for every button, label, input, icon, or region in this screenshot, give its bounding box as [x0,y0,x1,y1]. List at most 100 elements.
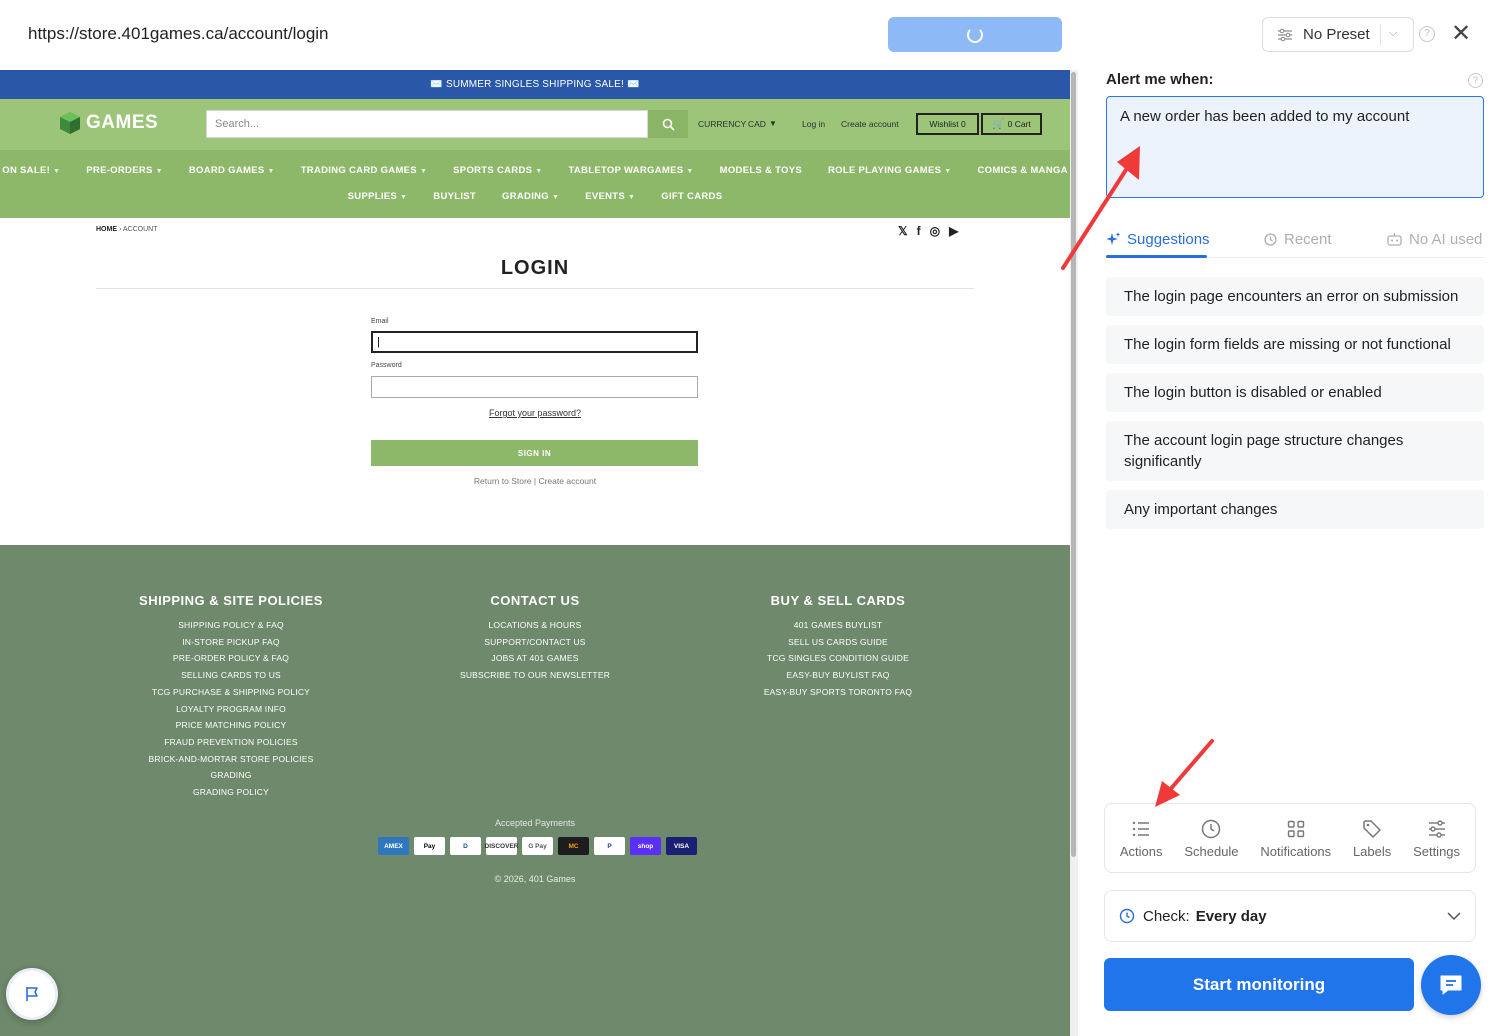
sparkle-icon [1106,231,1121,245]
footer-heading: SHIPPING & SITE POLICIES [139,593,323,608]
alert-condition-input[interactable]: A new order has been added to my account [1106,96,1484,198]
nav-item[interactable]: TRADING CARD GAMES ▼ [301,165,427,176]
check-frequency-select[interactable]: Check: Every day [1104,890,1476,942]
footer-link[interactable]: SUPPORT/CONTACT US [435,634,635,651]
tab-recent[interactable]: Recent [1263,228,1332,250]
tab-suggestions[interactable]: Suggestions [1106,228,1210,250]
schedule-button[interactable]: Schedule [1184,818,1239,859]
footer-link[interactable]: LOCATIONS & HOURS [435,617,635,634]
preview-scrollbar[interactable] [1070,70,1078,1036]
help-icon[interactable]: ? [1419,26,1435,42]
nav-item[interactable]: ROLE PLAYING GAMES ▼ [828,165,952,176]
chat-button[interactable] [1421,955,1481,1015]
actions-button[interactable]: Actions [1120,818,1163,859]
footer-link[interactable]: PRICE MATCHING POLICY [131,717,331,734]
suggestion-item[interactable]: Any important changes [1106,490,1484,529]
footer-col-policies: SHIPPING & SITE POLICIES SHIPPING POLICY… [131,593,331,801]
footer-link[interactable]: GRADING [131,767,331,784]
search-button[interactable] [648,110,688,138]
forgot-password-link[interactable]: Forgot your password? [0,408,1070,418]
nav-item-label: MODELS & TOYS [719,165,802,176]
footer-link[interactable]: EASY-BUY BUYLIST FAQ [738,667,938,684]
nav-item[interactable]: GIFT CARDS [661,191,722,202]
site-logo[interactable]: GAMES [58,111,158,135]
login-link[interactable]: Log in [802,119,825,129]
start-monitoring-button[interactable]: Start monitoring [1104,958,1414,1011]
nav-item[interactable]: PRE-ORDERS ▼ [86,165,163,176]
nav-item[interactable]: ON SALE! ▼ [2,165,60,176]
tool-label: Notifications [1260,843,1332,859]
footer-link[interactable]: 401 GAMES BUYLIST [738,617,938,634]
footer-link[interactable]: BRICK-AND-MORTAR STORE POLICIES [131,751,331,768]
cart-button[interactable]: 🛒 0 Cart [981,113,1042,135]
feedback-flag-button[interactable] [6,968,58,1020]
nav-item[interactable]: COMICS & MANGA [978,165,1068,176]
twitter-icon[interactable]: 𝕏 [898,224,908,238]
footer-link[interactable]: SELL US CARDS GUIDE [738,634,938,651]
tab-label: No AI used [1409,230,1483,248]
suggestion-item[interactable]: The login form fields are missing or not… [1106,325,1484,364]
suggestion-item[interactable]: The account login page structure changes… [1106,421,1484,481]
email-field[interactable]: | [371,331,698,353]
nav-item[interactable]: BUYLIST [433,191,476,202]
site-footer: SHIPPING & SITE POLICIES SHIPPING POLICY… [0,545,1070,1036]
nav-item[interactable]: SPORTS CARDS ▼ [453,165,542,176]
currency-select[interactable]: CAD [748,119,766,129]
password-field[interactable] [371,376,698,398]
footer-link[interactable]: TCG PURCHASE & SHIPPING POLICY [131,684,331,701]
footer-link[interactable]: TCG SINGLES CONDITION GUIDE [738,650,938,667]
instagram-icon[interactable]: ◎ [930,224,940,238]
loading-button[interactable] [888,17,1062,52]
return-links[interactable]: Return to Store | Create account [0,476,1070,486]
site-search-input[interactable]: Search... [206,110,648,138]
sign-in-button[interactable]: SIGN IN [371,440,698,466]
chevron-down-icon: ▼ [400,194,408,201]
divider [96,288,974,289]
notifications-button[interactable]: Notifications [1260,818,1331,859]
nav-item[interactable]: TABLETOP WARGAMES ▼ [569,165,694,176]
chevron-down-icon[interactable]: ⌵ [1389,27,1397,40]
payment-badge: Pay [414,837,445,855]
flag-icon [26,987,38,1001]
close-icon[interactable]: ✕ [1451,22,1471,46]
nav-item-label: GRADING [502,191,549,202]
youtube-icon[interactable]: ▶ [949,224,958,238]
nav-item[interactable]: GRADING ▼ [502,191,559,202]
breadcrumb-separator: › [118,226,122,233]
breadcrumb-home[interactable]: HOME [96,226,117,233]
nav-item-label: GIFT CARDS [661,191,723,202]
suggestion-item[interactable]: The login page encounters an error on su… [1106,277,1484,316]
footer-link[interactable]: SUBSCRIBE TO OUR NEWSLETTER [435,667,635,684]
nav-item[interactable]: EVENTS ▼ [585,191,635,202]
create-account-link[interactable]: Create account [841,119,899,129]
footer-link[interactable]: LOYALTY PROGRAM INFO [131,701,331,718]
robot-icon [1387,232,1402,246]
tab-no-ai[interactable]: No AI used [1386,228,1482,250]
nav-row-primary: ON SALE! ▼ PRE-ORDERS ▼ BOARD GAMES ▼ TRADING … [0,150,1070,176]
announcement-bar[interactable]: ✉️ SUMMER SINGLES SHIPPING SALE! ✉️ [0,70,1070,99]
preset-label: No Preset [1303,26,1370,43]
chevron-down-icon: ▼ [535,168,543,175]
footer-link[interactable]: EASY-BUY SPORTS TORONTO FAQ [738,684,938,701]
footer-link[interactable]: GRADING POLICY [131,784,331,801]
settings-button[interactable]: Settings [1413,818,1460,859]
footer-link[interactable]: FRAUD PREVENTION POLICIES [131,734,331,751]
labels-button[interactable]: Labels [1353,818,1391,859]
footer-link[interactable]: PRE-ORDER POLICY & FAQ [131,650,331,667]
payment-badge: VISA [666,837,697,855]
suggestion-item[interactable]: The login button is disabled or enabled [1106,373,1484,412]
footer-link[interactable]: SHIPPING POLICY & FAQ [131,617,331,634]
help-icon[interactable]: ? [1468,73,1483,88]
footer-link[interactable]: SELLING CARDS TO US [131,667,331,684]
nav-item[interactable]: MODELS & TOYS [720,165,802,176]
footer-link[interactable]: IN-STORE PICKUP FAQ [131,634,331,651]
nav-item[interactable]: BOARD GAMES ▼ [189,165,275,176]
facebook-icon[interactable]: f [917,224,921,238]
chevron-down-icon: ▼ [686,168,694,175]
scrollbar-thumb[interactable] [1071,72,1076,857]
tool-label: Settings [1413,843,1461,859]
footer-link[interactable]: JOBS AT 401 GAMES [435,650,635,667]
wishlist-button[interactable]: Wishlist 0 [916,113,979,135]
nav-item[interactable]: SUPPLIES ▼ [348,191,408,202]
preset-select[interactable]: No Preset ⌵ [1262,17,1414,52]
